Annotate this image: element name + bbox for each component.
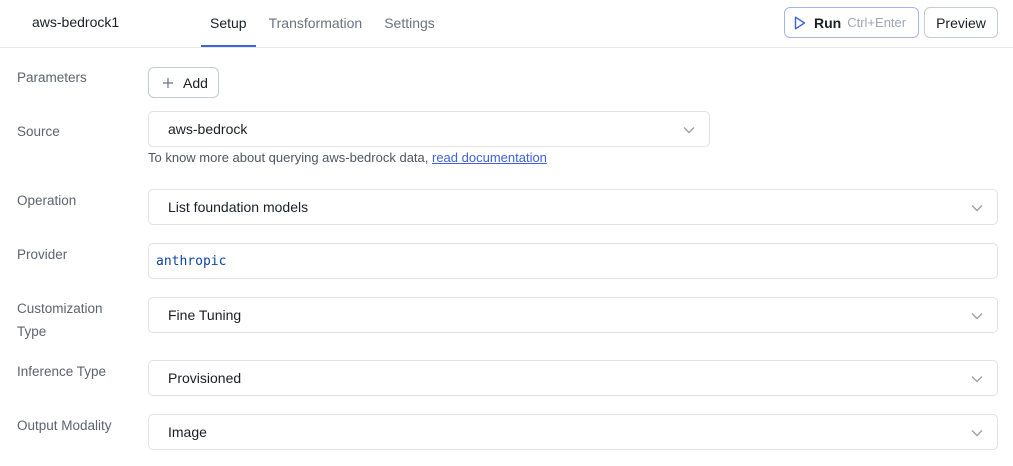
- add-parameter-label: Add: [183, 74, 208, 91]
- add-parameter-button[interactable]: Add: [148, 67, 219, 98]
- output-modality-value: Image: [168, 424, 207, 440]
- customization-type-select[interactable]: Fine Tuning: [148, 297, 998, 333]
- output-modality-select[interactable]: Image: [148, 414, 998, 450]
- output-modality-label: Output Modality: [17, 418, 112, 433]
- query-name[interactable]: aws-bedrock1: [32, 14, 119, 30]
- query-editor: aws-bedrock1 Setup Transformation Settin…: [0, 0, 1013, 466]
- tab-transformation[interactable]: Transformation: [260, 0, 372, 47]
- plus-icon: [163, 77, 173, 88]
- chevron-down-icon: [971, 430, 983, 437]
- provider-label: Provider: [17, 247, 68, 262]
- source-select[interactable]: aws-bedrock: [148, 111, 710, 147]
- customization-type-value: Fine Tuning: [168, 307, 242, 323]
- source-help-prefix: To know more about querying aws-bedrock …: [148, 150, 432, 165]
- provider-value: anthropic: [156, 253, 227, 269]
- chevron-down-icon: [971, 313, 983, 320]
- run-label: Run: [814, 14, 842, 31]
- inference-type-select[interactable]: Provisioned: [148, 360, 998, 396]
- customization-type-label-line2: Type: [17, 324, 47, 339]
- customization-type-label-line1: Customization: [17, 301, 103, 316]
- provider-input[interactable]: anthropic: [148, 243, 998, 279]
- source-help-text: To know more about querying aws-bedrock …: [148, 150, 547, 165]
- play-icon: [794, 16, 806, 29]
- operation-select[interactable]: List foundation models: [148, 189, 998, 225]
- source-label: Source: [17, 124, 60, 139]
- parameters-label: Parameters: [17, 70, 87, 85]
- source-value: aws-bedrock: [168, 121, 248, 137]
- inference-type-label: Inference Type: [17, 364, 107, 379]
- query-header: aws-bedrock1 Setup Transformation Settin…: [0, 0, 1013, 48]
- chevron-down-icon: [971, 205, 983, 212]
- chevron-down-icon: [971, 376, 983, 383]
- read-documentation-link[interactable]: read documentation: [432, 150, 547, 165]
- customization-type-label: Customization Type: [17, 297, 137, 343]
- run-shortcut: Ctrl+Enter: [847, 15, 907, 30]
- run-button[interactable]: Run Ctrl+Enter: [784, 7, 919, 38]
- preview-button[interactable]: Preview: [924, 7, 998, 38]
- chevron-down-icon: [683, 127, 695, 134]
- operation-value: List foundation models: [168, 199, 309, 215]
- operation-label: Operation: [17, 193, 77, 208]
- inference-type-value: Provisioned: [168, 370, 242, 386]
- tab-settings[interactable]: Settings: [375, 0, 444, 47]
- tab-setup[interactable]: Setup: [201, 0, 256, 47]
- query-tabs: Setup Transformation Settings: [201, 0, 448, 48]
